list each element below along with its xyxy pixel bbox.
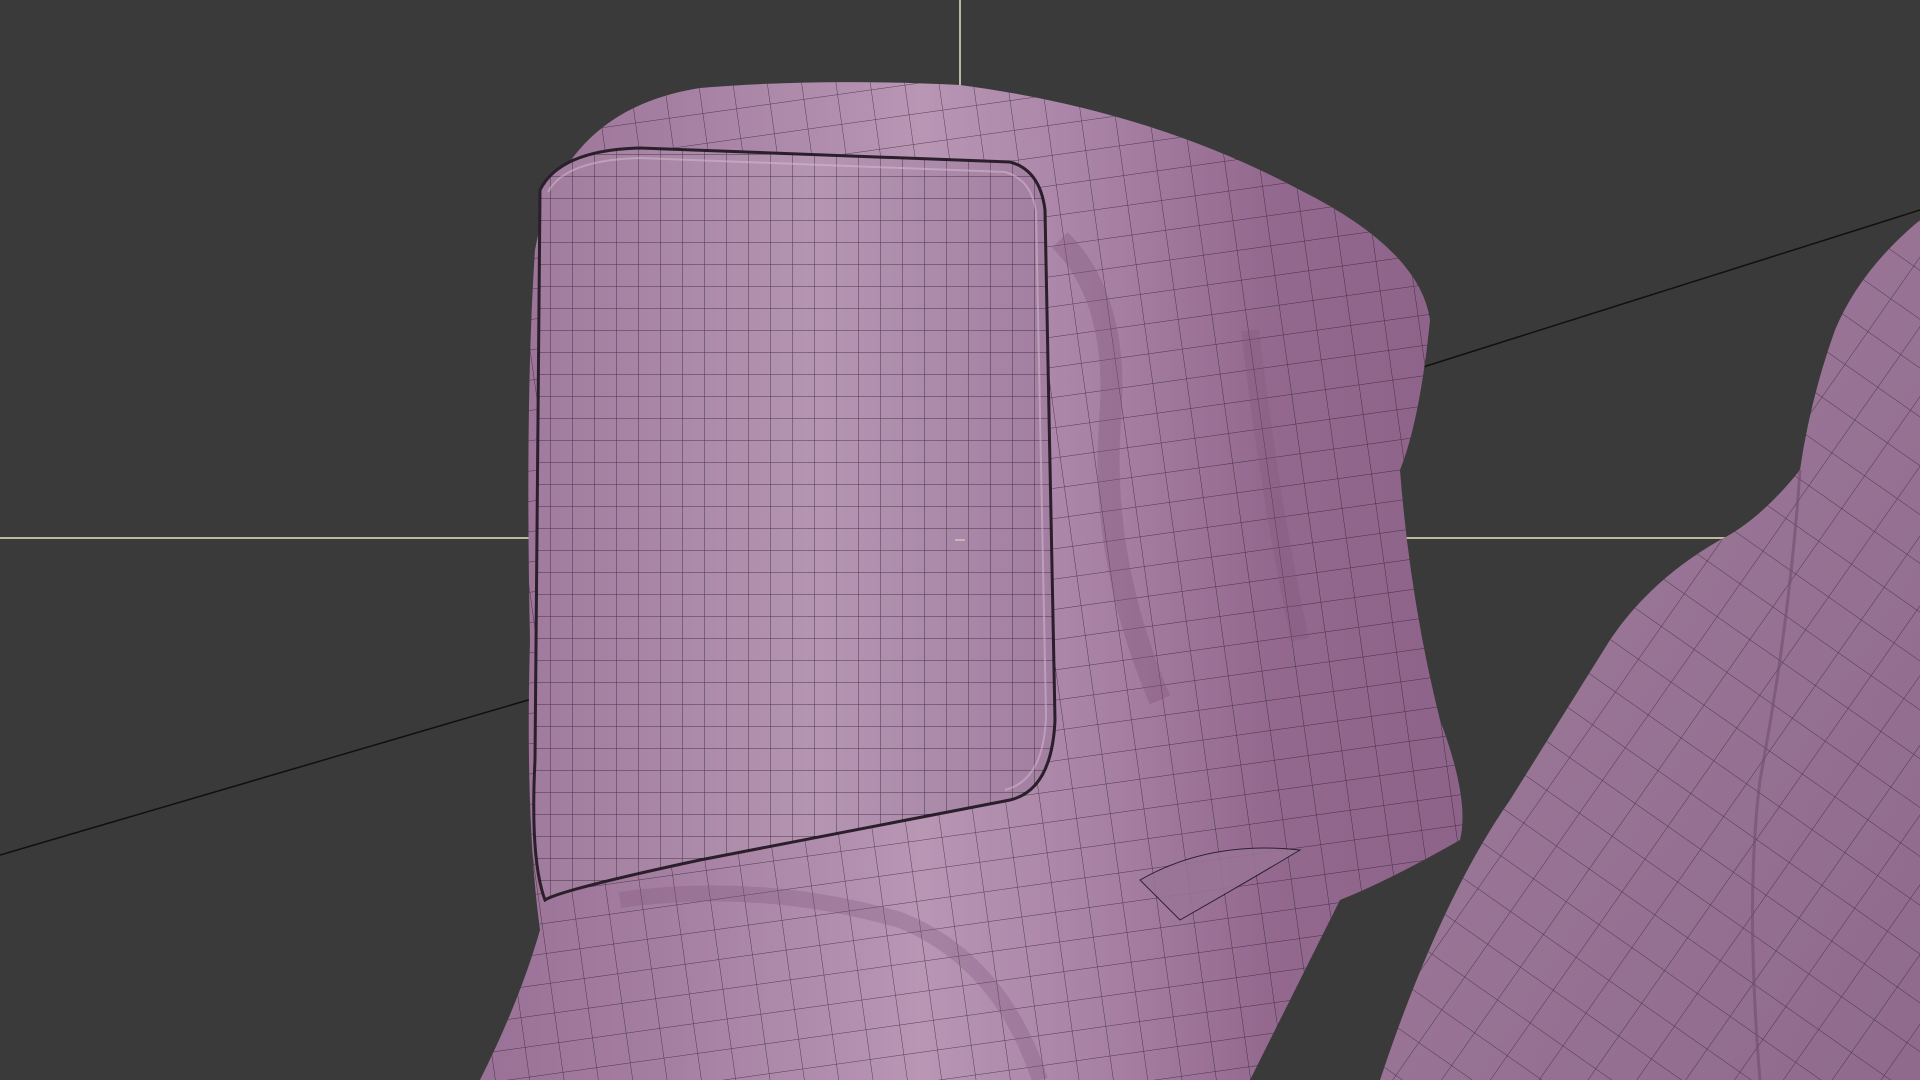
viewport-canvas[interactable] [0, 0, 1920, 1080]
hood-face-panel[interactable] [520, 140, 1080, 920]
3d-viewport[interactable] [0, 0, 1920, 1080]
